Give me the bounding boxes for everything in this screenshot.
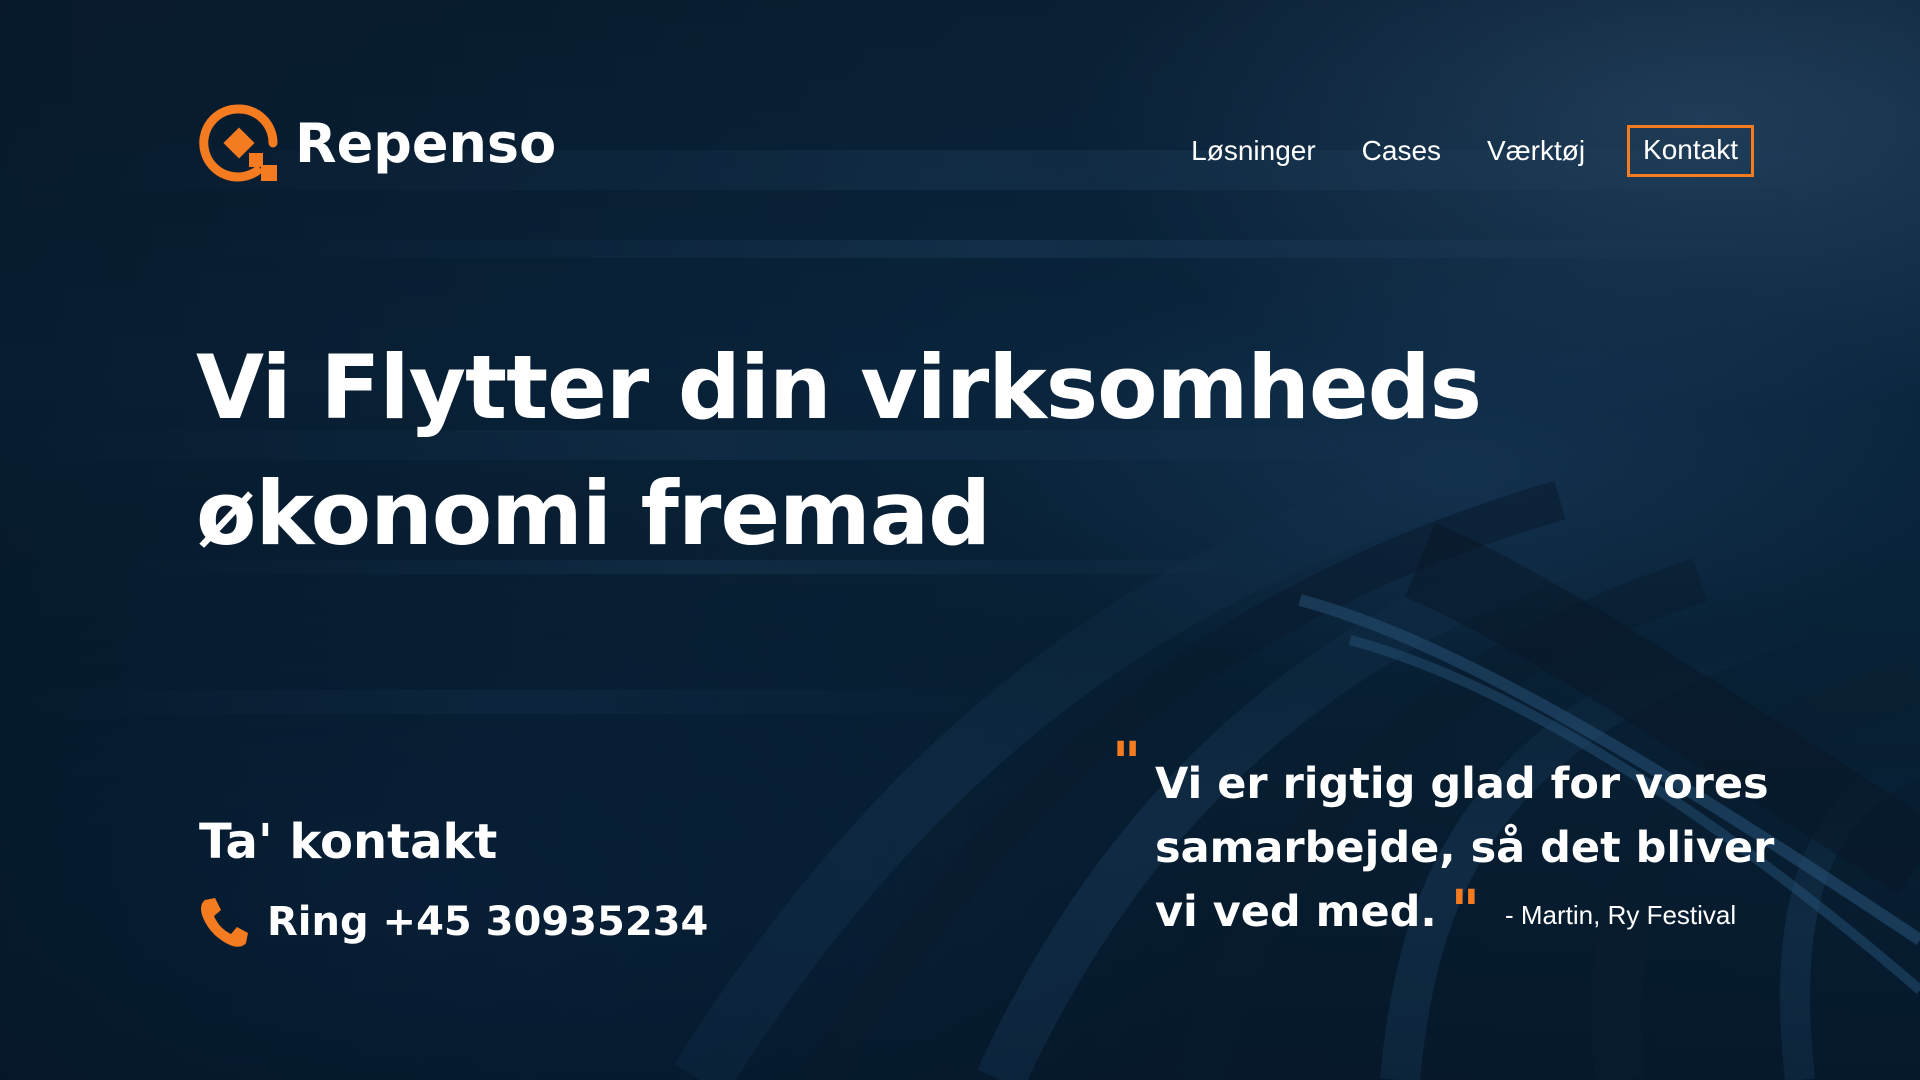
nav-item-cases[interactable]: Cases	[1362, 135, 1441, 167]
logo-text: Repenso	[295, 111, 557, 175]
nav-item-losninger[interactable]: Løsninger	[1191, 135, 1316, 167]
hero-section: Repenso Løsninger Cases Værktøj Kontakt …	[0, 0, 1920, 1080]
contact-button[interactable]: Kontakt	[1627, 125, 1754, 177]
quote-open-mark: "	[1112, 731, 1142, 796]
nav-item-vaerktoj[interactable]: Værktøj	[1487, 135, 1585, 167]
contact-title: Ta' kontakt	[199, 814, 498, 870]
logo-link[interactable]: Repenso	[199, 103, 556, 183]
hero-headline: Vi Flytter din virksomheds økonomi frema…	[196, 336, 1482, 565]
phone-number: Ring +45 30935234	[267, 899, 709, 945]
testimonial-author: - Martin, Ry Festival	[1505, 900, 1737, 930]
repenso-logo-icon	[199, 104, 278, 182]
phone-link[interactable]: Ring +45 30935234	[199, 896, 708, 948]
main-nav: Løsninger Cases Værktøj Kontakt	[1191, 125, 1754, 177]
phone-icon	[201, 898, 248, 947]
quote-close-mark: "	[1450, 879, 1480, 944]
